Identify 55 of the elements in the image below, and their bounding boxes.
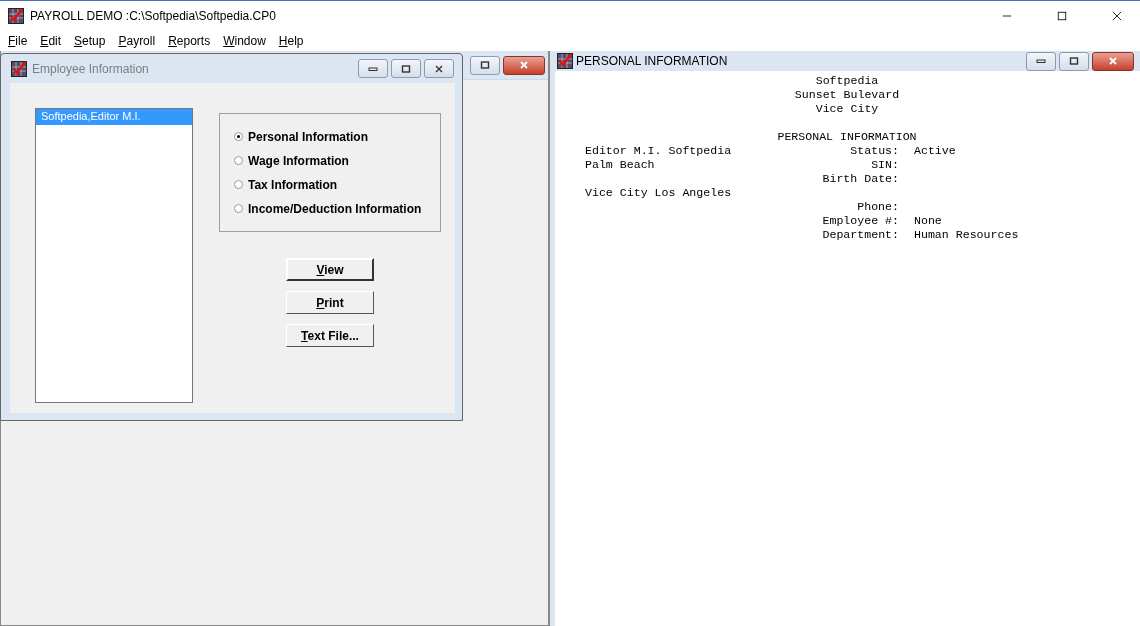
field-label: Department: xyxy=(822,228,899,241)
radio-button[interactable] xyxy=(234,132,243,141)
menu-item[interactable]: Setup xyxy=(74,33,106,48)
close-button[interactable] xyxy=(424,59,454,78)
maximize-button[interactable] xyxy=(391,59,421,78)
minimize-button[interactable] xyxy=(1026,51,1056,71)
window-title: Employee Information xyxy=(32,61,149,76)
field-label: Phone: xyxy=(857,200,899,213)
close-icon xyxy=(1108,57,1118,65)
report-text: Palm Beach xyxy=(585,158,655,171)
menu-item[interactable]: Reports xyxy=(168,33,211,48)
report-header-line: Sunset Bulevard xyxy=(794,88,900,101)
close-button[interactable] xyxy=(1092,51,1134,71)
maximize-button[interactable] xyxy=(1059,51,1089,71)
field-value: Active xyxy=(914,144,956,157)
checkmark-grid-icon xyxy=(11,60,27,77)
field-value: None xyxy=(914,214,942,227)
maximize-icon xyxy=(401,64,411,73)
action-button[interactable]: Text File... xyxy=(286,324,374,347)
report-text: Editor M.I. Softpedia xyxy=(585,144,732,157)
minimize-icon xyxy=(1036,57,1046,65)
report-text: Vice City Los Angeles xyxy=(585,186,732,199)
field-label: SIN: xyxy=(871,158,899,171)
menu-item[interactable]: Window xyxy=(223,33,266,48)
menu-item[interactable]: Payroll xyxy=(118,33,156,48)
radio-button[interactable] xyxy=(234,204,243,213)
checkmark-grid-icon xyxy=(8,7,24,24)
radio-label[interactable]: Wage Information xyxy=(248,153,349,168)
field-label: Birth Date: xyxy=(822,172,899,185)
action-button[interactable]: Print xyxy=(286,291,374,314)
window-title: PERSONAL INFORMATION xyxy=(576,54,728,68)
radio-label[interactable]: Personal Information xyxy=(248,129,369,144)
close-button[interactable] xyxy=(503,55,545,75)
close-icon xyxy=(434,64,444,73)
field-label: Employee #: xyxy=(822,214,899,227)
maximize-button[interactable] xyxy=(470,55,500,75)
checkmark-grid-icon xyxy=(557,53,573,69)
maximize-icon xyxy=(480,61,490,69)
maximize-icon xyxy=(1069,57,1079,65)
report-header-line: Vice City xyxy=(815,102,879,115)
window-title: PAYROLL DEMO :C:\Softpedia\Softpedia.CP0 xyxy=(30,8,276,23)
field-value: Human Resources xyxy=(914,228,1019,241)
radio-button[interactable] xyxy=(234,180,243,189)
menu-item[interactable]: Help xyxy=(278,33,304,48)
close-icon xyxy=(519,61,529,69)
menu-item[interactable]: File xyxy=(8,33,28,48)
radio-label[interactable]: Income/Deduction Information xyxy=(248,201,422,216)
action-button[interactable]: View xyxy=(286,258,374,281)
minimize-icon xyxy=(368,64,378,73)
menu-item[interactable]: Edit xyxy=(40,33,62,48)
report-header-line: Softpedia xyxy=(815,74,879,87)
radio-button[interactable] xyxy=(234,156,243,165)
radio-label[interactable]: Tax Information xyxy=(248,177,338,192)
report-section-title: PERSONAL INFORMATION xyxy=(777,130,917,143)
field-label: Status: xyxy=(850,144,899,157)
